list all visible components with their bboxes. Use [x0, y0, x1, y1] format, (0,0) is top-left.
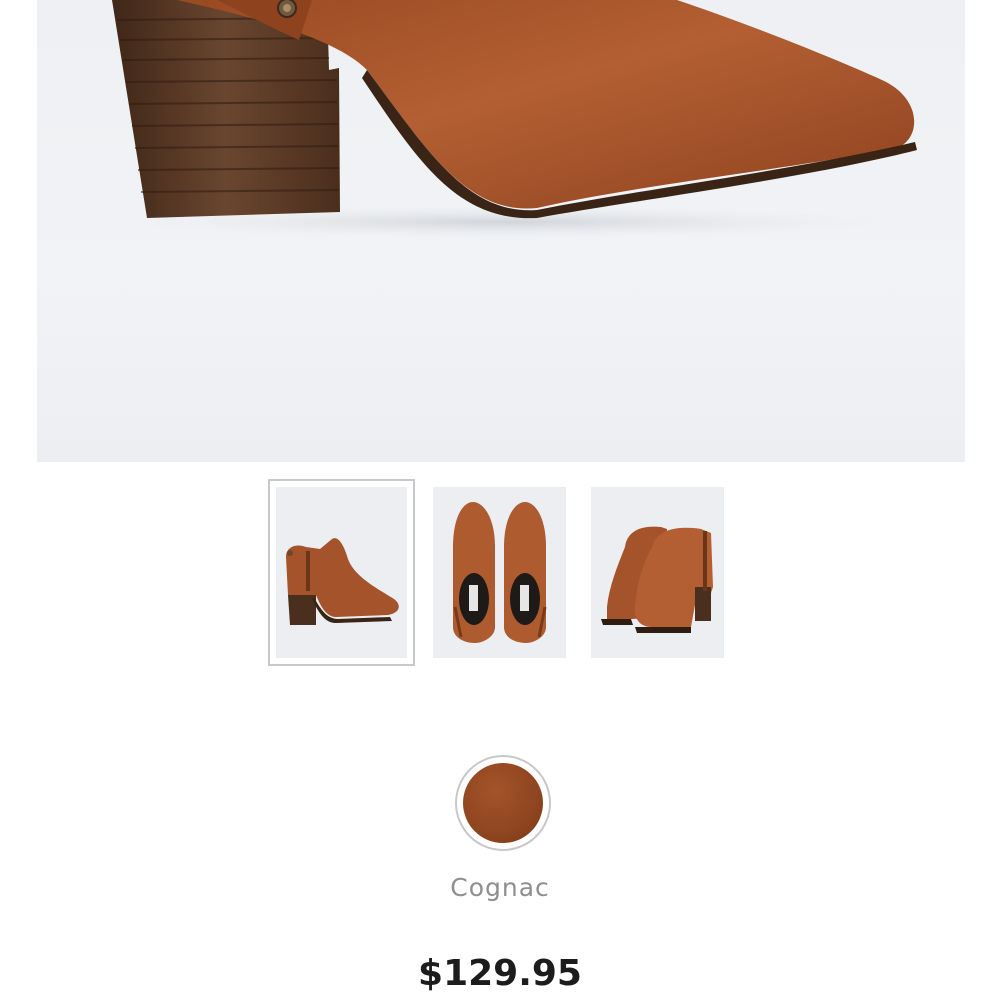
product-page: Cognac $129.95: [0, 0, 1000, 1000]
thumbnail-top-view[interactable]: [433, 487, 566, 658]
boots-rear-icon: [591, 487, 724, 658]
thumbnail-side-view[interactable]: [268, 479, 415, 666]
product-price: $129.95: [418, 953, 582, 994]
boot-side-icon: [276, 487, 407, 658]
boots-top-icon: [433, 487, 566, 658]
boot-closeup-illustration: [67, 0, 947, 240]
thumbnail-rear-view[interactable]: [591, 487, 724, 658]
selected-color-name: Cognac: [450, 873, 550, 902]
main-product-image[interactable]: [37, 0, 965, 462]
color-swatch-cognac[interactable]: [455, 755, 551, 851]
color-swatch-fill: [463, 763, 543, 843]
thumbnail-strip: [0, 479, 1000, 669]
thumbnail-side-view-image: [276, 487, 407, 658]
